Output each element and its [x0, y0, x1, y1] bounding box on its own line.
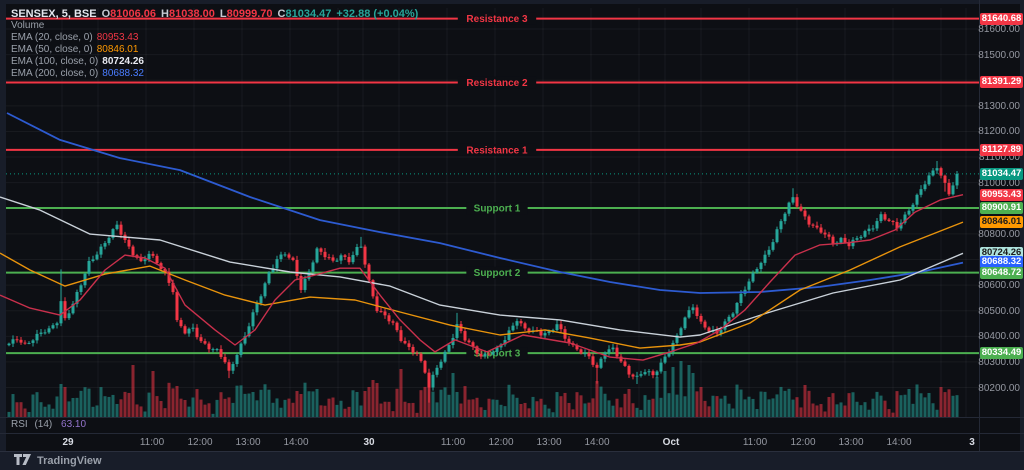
ema-legend-label: EMA (200, close, 0) — [11, 68, 98, 79]
level-label: Resistance 3 — [466, 14, 528, 25]
time-tick-label: 11:00 — [140, 437, 164, 448]
ema-legend-value: 80688.32 — [102, 68, 144, 79]
price-tick-label: 80500.00 — [978, 306, 1020, 317]
ohlc-value: 81038.00 — [169, 8, 215, 20]
price-badge: 81640.68 — [980, 13, 1023, 25]
ema-legend-label: EMA (50, close, 0) — [11, 44, 93, 55]
time-tick-label: 13:00 — [536, 437, 561, 448]
price-tick-label: 81500.00 — [978, 50, 1020, 61]
time-tick-label: 11:00 — [743, 437, 767, 448]
ohlc-key: H — [161, 8, 169, 20]
ema-legend-row[interactable]: EMA (50, close, 0) 80846.01 — [11, 44, 418, 56]
time-tick-label: 13:00 — [838, 437, 863, 448]
tradingview-brand-text[interactable]: TradingView — [37, 455, 102, 467]
price-tick-label: 80400.00 — [978, 331, 1020, 342]
price-badge: 80846.01 — [980, 216, 1023, 228]
ema-legend-value: 80953.43 — [97, 32, 139, 43]
level-label: Resistance 1 — [466, 145, 528, 156]
price-badge: 80648.72 — [980, 267, 1023, 279]
ema-legend-label: EMA (20, close, 0) — [11, 32, 93, 43]
time-tick-label: 29 — [62, 437, 73, 448]
ohlc-values: O81006.06H81038.00L80999.70C81034.47+32.… — [97, 8, 419, 20]
price-badge: 80900.91 — [980, 202, 1023, 214]
price-tick-label: 81200.00 — [978, 126, 1020, 137]
price-tick-label: 80600.00 — [978, 280, 1020, 291]
volume-label: Volume — [11, 20, 44, 31]
time-tick-label: 14:00 — [283, 437, 308, 448]
time-axis[interactable]: 29 11:00 12:00 13:00 14:00 30 11:00 12:00 13:00 1… — [6, 434, 979, 452]
price-badge: 81391.29 — [980, 76, 1023, 88]
ema-legend-label: EMA (100, close, 0) — [11, 56, 98, 67]
price-tick-label: 81300.00 — [978, 101, 1020, 112]
ohlc-key: O — [102, 8, 111, 20]
rsi-value: 63.10 — [61, 419, 86, 430]
level-label: Support 1 — [474, 204, 521, 215]
time-tick-label: 30 — [363, 437, 374, 448]
price-badge: 80334.49 — [980, 347, 1023, 359]
ema-legend-value: 80846.01 — [97, 44, 139, 55]
ema-legend-value: 80724.26 — [102, 56, 144, 67]
rsi-label: RSI — [11, 419, 28, 430]
time-tick-label: 14:00 — [886, 437, 911, 448]
ohlc-value: 81034.47 — [285, 8, 331, 20]
candles-layer — [8, 161, 959, 403]
time-tick-label: 13:00 — [235, 437, 260, 448]
price-tick-label: 80800.00 — [978, 229, 1020, 240]
rsi-params: (14) — [34, 419, 52, 430]
tradingview-logo-icon[interactable] — [14, 452, 31, 470]
price-badge: 81034.47 — [980, 168, 1023, 180]
symbol-title-row[interactable]: SENSEX, 5, BSE O81006.06 H81038.00 L80999.7… — [11, 8, 418, 20]
level-label: Resistance 2 — [466, 78, 528, 89]
chart-legend: SENSEX, 5, BSE O81006.06 H81038.00 L80999.7… — [11, 8, 418, 80]
ema-legend-rows: EMA (20, close, 0)80953.43EMA (50, close… — [11, 32, 418, 80]
time-tick-label: 14:00 — [584, 437, 609, 448]
footer-bar: TradingView — [0, 452, 1024, 470]
price-axis[interactable]: 81600.0081500.0081300.0081200.0081100.00… — [980, 0, 1024, 452]
ohlc-key: L — [220, 8, 227, 20]
time-tick-label: 11:00 — [441, 437, 465, 448]
ohlc-value: 81006.06 — [110, 8, 156, 20]
time-tick-label: 3 — [969, 437, 975, 448]
ema-legend-row[interactable]: EMA (200, close, 0) 80688.32 — [11, 68, 418, 80]
tradingview-window: Resistance 3 Resistance 2 Resistance 1 Supp… — [0, 0, 1024, 470]
time-tick-label: 12:00 — [187, 437, 212, 448]
volume-layer — [8, 361, 959, 417]
price-tick-label: 81600.00 — [978, 24, 1020, 35]
price-badge: 81127.89 — [980, 144, 1023, 156]
level-label: Support 2 — [474, 268, 521, 279]
time-tick-label: 12:00 — [790, 437, 815, 448]
rsi-legend-row[interactable]: RSI (14) 63.10 — [11, 419, 86, 430]
symbol-title: SENSEX, 5, BSE — [11, 8, 97, 20]
pane-separator-main-rsi[interactable] — [0, 417, 1024, 418]
ema-legend-row[interactable]: EMA (20, close, 0) 80953.43 — [11, 32, 418, 44]
price-badge: 80953.43 — [980, 189, 1023, 201]
ohlc-value: 80999.70 — [227, 8, 273, 20]
volume-legend-row[interactable]: Volume — [11, 20, 418, 32]
time-tick-label: Oct — [663, 437, 680, 448]
ema-legend-row[interactable]: EMA (100, close, 0) 80724.26 — [11, 56, 418, 68]
price-tick-label: 80200.00 — [978, 383, 1020, 394]
time-tick-label: 12:00 — [488, 437, 513, 448]
change-value: +32.88 (+0.04%) — [336, 8, 418, 20]
